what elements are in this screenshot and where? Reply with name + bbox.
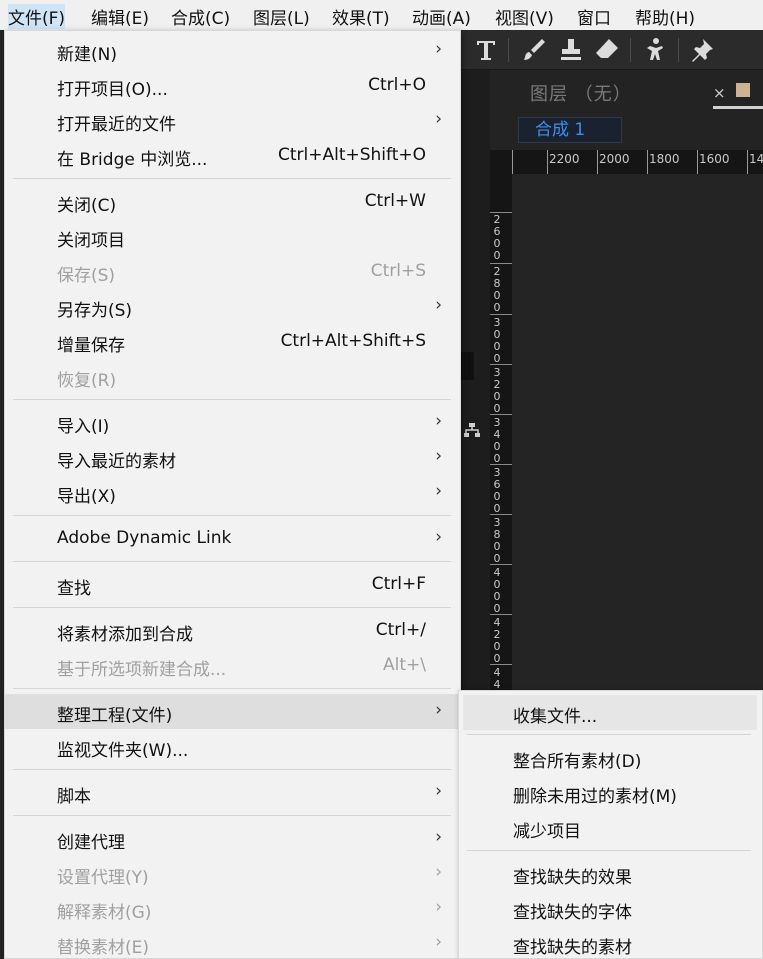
submenu-item-remove-unused[interactable]: 删除未用过的素材(M) bbox=[463, 775, 757, 810]
chevron-right-icon: › bbox=[435, 527, 442, 547]
menu-file[interactable]: 文件(F) bbox=[8, 4, 66, 29]
menu-item-close[interactable]: 关闭(C) Ctrl+W bbox=[5, 184, 460, 219]
menu-separator bbox=[13, 515, 451, 516]
menu-help[interactable]: 帮助(H) bbox=[635, 4, 695, 29]
file-menu: 新建(N) › 打开项目(O)... Ctrl+O 打开最近的文件 › 在 Br… bbox=[4, 30, 461, 959]
ruler-label: 3200 bbox=[493, 366, 501, 415]
menu-item-save: 保存(S) Ctrl+S bbox=[57, 261, 426, 286]
menu-separator bbox=[13, 688, 451, 689]
ruler-label: 4200 bbox=[493, 616, 501, 665]
hidden-field bbox=[460, 352, 474, 380]
clone-stamp-icon[interactable] bbox=[557, 36, 585, 64]
ruler-label: 1600 bbox=[699, 152, 730, 166]
ruler-label: 3800 bbox=[493, 516, 501, 565]
chevron-right-icon: › bbox=[435, 109, 442, 129]
ruler-label: 2000 bbox=[599, 152, 630, 166]
dependencies-submenu: 收集文件... 整合所有素材(D) 删除未用过的素材(M) 减少项目 查找缺失的… bbox=[458, 690, 763, 959]
menu-item-replace-footage: 替换素材(E) › bbox=[57, 932, 442, 958]
layer-panel-title: 图层 （无） bbox=[530, 84, 632, 105]
menu-item-create-proxy[interactable]: 创建代理 › bbox=[5, 821, 460, 856]
menu-edit[interactable]: 编辑(E) bbox=[91, 4, 149, 29]
menu-composition[interactable]: 合成(C) bbox=[171, 4, 230, 29]
eraser-icon[interactable] bbox=[593, 36, 621, 64]
ruler-label: 2800 bbox=[493, 265, 501, 314]
label-color-swatch bbox=[736, 83, 750, 97]
menu-item-open-project[interactable]: 打开项目(O)... Ctrl+O bbox=[5, 68, 460, 103]
menu-item-dynamic-link[interactable]: Adobe Dynamic Link › bbox=[5, 521, 460, 556]
composition-tab[interactable]: 合成 1 bbox=[518, 117, 622, 143]
menu-item-increment-save[interactable]: 增量保存 Ctrl+Alt+Shift+S bbox=[5, 324, 460, 359]
chevron-right-icon: › bbox=[435, 827, 442, 847]
chevron-right-icon: › bbox=[435, 411, 442, 431]
menu-animation[interactable]: 动画(A) bbox=[412, 4, 471, 29]
ruler-label: 1800 bbox=[649, 152, 680, 166]
chevron-right-icon: › bbox=[435, 862, 442, 882]
type-tool-icon[interactable] bbox=[472, 36, 500, 64]
menu-item-export[interactable]: 导出(X) › bbox=[5, 475, 460, 510]
menu-view[interactable]: 视图(V) bbox=[495, 4, 554, 29]
menu-item-open-recent[interactable]: 打开最近的文件 › bbox=[5, 103, 460, 138]
ruler-label: 2600 bbox=[493, 213, 501, 262]
ruler-label: 4000 bbox=[493, 566, 501, 615]
close-icon[interactable]: × bbox=[713, 84, 726, 102]
menu-item-set-proxy: 设置代理(Y) › bbox=[57, 862, 442, 888]
ruler-label: 14 bbox=[749, 152, 763, 166]
menu-item-save-as[interactable]: 另存为(S) › bbox=[5, 289, 460, 324]
menubar: 文件(F) 编辑(E) 合成(C) 图层(L) 效果(T) 动画(A) 视图(V… bbox=[0, 0, 763, 30]
menu-item-import[interactable]: 导入(I) › bbox=[5, 405, 460, 440]
ruler-label: 3000 bbox=[493, 316, 501, 365]
menu-separator bbox=[13, 178, 451, 179]
menu-item-close-project[interactable]: 关闭项目 bbox=[5, 219, 460, 254]
menu-separator bbox=[13, 607, 451, 608]
menu-item-browse-bridge[interactable]: 在 Bridge 中浏览... Ctrl+Alt+Shift+O bbox=[5, 138, 460, 173]
menu-separator bbox=[13, 769, 451, 770]
layer-panel-header: 图层 （无） × bbox=[490, 70, 763, 110]
menu-separator bbox=[13, 561, 451, 562]
puppet-tool-icon[interactable] bbox=[642, 36, 670, 64]
chevron-right-icon: › bbox=[435, 781, 442, 801]
menu-separator bbox=[467, 734, 751, 735]
menu-separator bbox=[13, 399, 451, 400]
submenu-item-consolidate-footage[interactable]: 整合所有素材(D) bbox=[463, 740, 757, 775]
menu-item-import-recent[interactable]: 导入最近的素材 › bbox=[5, 440, 460, 475]
horizontal-ruler: 2200 2000 1800 1600 14 bbox=[490, 150, 763, 174]
network-icon[interactable] bbox=[463, 422, 481, 442]
composition-tab-row: 合成 1 bbox=[490, 110, 763, 150]
ruler-label: 44 bbox=[493, 666, 501, 691]
menu-separator bbox=[13, 815, 451, 816]
submenu-item-reduce-project[interactable]: 减少项目 bbox=[463, 810, 757, 845]
submenu-item-find-missing-effects[interactable]: 查找缺失的效果 bbox=[463, 856, 757, 891]
chevron-right-icon: › bbox=[435, 481, 442, 501]
menu-layer[interactable]: 图层(L) bbox=[253, 4, 310, 29]
pin-tool-icon[interactable] bbox=[688, 36, 716, 64]
menu-item-new[interactable]: 新建(N) › bbox=[5, 33, 460, 68]
active-tab-underline bbox=[713, 106, 763, 109]
menu-effect[interactable]: 效果(T) bbox=[332, 4, 390, 29]
submenu-item-collect-files[interactable]: 收集文件... bbox=[463, 695, 757, 730]
menu-item-dependencies[interactable]: 整理工程(文件) › bbox=[5, 694, 460, 729]
submenu-item-find-missing-fonts[interactable]: 查找缺失的字体 bbox=[463, 891, 757, 926]
menu-item-interpret-footage: 解释素材(G) › bbox=[57, 897, 442, 923]
menu-item-add-footage[interactable]: 将素材添加到合成 Ctrl+/ bbox=[5, 613, 460, 648]
menu-item-revert: 恢复(R) bbox=[57, 371, 117, 391]
brush-tool-icon[interactable] bbox=[520, 36, 548, 64]
menu-item-new-comp-from-selection: 基于所选项新建合成... Alt+\ bbox=[57, 655, 426, 680]
submenu-item-find-missing-footage[interactable]: 查找缺失的素材 bbox=[463, 926, 757, 959]
chevron-right-icon: › bbox=[435, 897, 442, 917]
menu-item-scripts[interactable]: 脚本 › bbox=[5, 775, 460, 810]
chevron-right-icon: › bbox=[435, 295, 442, 315]
tools-toolbar bbox=[460, 30, 763, 70]
ruler-label: 3600 bbox=[493, 466, 501, 515]
menu-item-find[interactable]: 查找 Ctrl+F bbox=[5, 567, 460, 602]
menu-separator bbox=[467, 850, 751, 851]
ruler-label: 2200 bbox=[549, 152, 580, 166]
menu-window[interactable]: 窗口 bbox=[577, 4, 611, 29]
chevron-right-icon: › bbox=[435, 39, 442, 59]
chevron-right-icon: › bbox=[435, 446, 442, 466]
chevron-right-icon: › bbox=[435, 700, 442, 720]
menu-item-watch-folder[interactable]: 监视文件夹(W)... bbox=[5, 729, 460, 764]
ruler-label: 3400 bbox=[493, 416, 501, 465]
chevron-right-icon: › bbox=[435, 932, 442, 952]
